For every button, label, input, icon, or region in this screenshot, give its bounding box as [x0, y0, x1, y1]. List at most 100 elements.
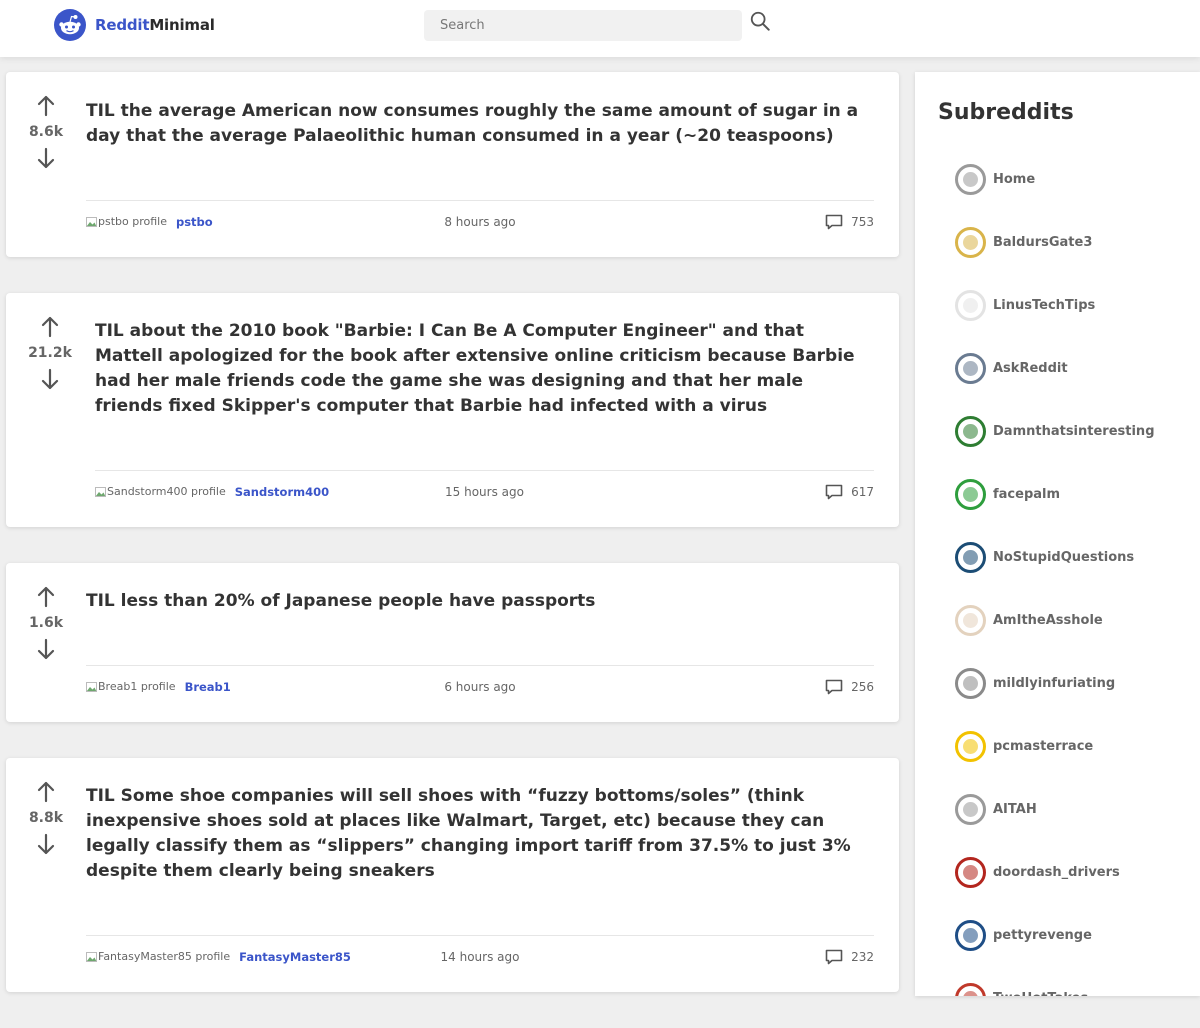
subreddit-name: TwoHotTakes — [993, 983, 1088, 996]
author-link[interactable]: Sandstorm400 — [235, 485, 329, 499]
arrow-down-icon — [37, 147, 55, 169]
search-icon — [750, 11, 770, 31]
upvote-button[interactable] — [34, 585, 58, 609]
downvote-button[interactable] — [34, 832, 58, 856]
comments-button[interactable]: 617 — [825, 484, 874, 500]
post-title[interactable]: TIL Some shoe companies will sell shoes … — [86, 784, 874, 884]
comment-count: 753 — [851, 214, 874, 229]
arrow-down-icon — [37, 638, 55, 660]
broken-image-icon — [86, 951, 97, 962]
subreddit-name: facepalm — [993, 487, 1061, 502]
subreddit-avatar-fill — [963, 676, 978, 691]
subreddit-item[interactable]: mildlyinfuriating — [955, 668, 1155, 731]
comments-button[interactable]: 256 — [825, 679, 874, 695]
linustechtips-icon — [955, 290, 986, 321]
subreddit-name: Damnthatsinteresting — [993, 424, 1155, 439]
broken-image-icon — [86, 216, 97, 227]
author-link[interactable]: pstbo — [176, 215, 213, 229]
author-link[interactable]: FantasyMaster85 — [239, 950, 351, 964]
home-logo-link[interactable]: RedditMinimal — [54, 9, 215, 41]
subreddit-avatar-fill — [963, 739, 978, 754]
search-button[interactable] — [748, 10, 772, 34]
subreddit-avatar-fill — [963, 235, 978, 250]
subreddit-item[interactable]: Home — [955, 164, 1155, 227]
facepalm-icon — [955, 479, 986, 510]
broken-image-icon — [86, 681, 97, 692]
damnthatsinteresting-icon — [955, 416, 986, 447]
post-feed: 8.6k TIL the average American now consum… — [6, 72, 899, 1028]
post-card: 1.6k TIL less than 20% of Japanese peopl… — [6, 563, 899, 722]
subreddit-item[interactable]: pettyrevenge — [955, 920, 1155, 983]
pcmasterrace-icon — [955, 731, 986, 762]
upvote-button[interactable] — [38, 315, 62, 339]
post-footer: FantasyMaster85 profile FantasyMaster85 … — [86, 935, 874, 977]
subreddit-item[interactable]: BaldursGate3 — [955, 227, 1155, 290]
subreddit-item[interactable]: doordash_drivers — [955, 857, 1155, 920]
post-title[interactable]: TIL about the 2010 book "Barbie: I Can B… — [95, 319, 874, 419]
vote-controls: 21.2k — [26, 315, 74, 391]
subreddit-name: BaldursGate3 — [993, 235, 1093, 250]
subreddit-avatar-fill — [963, 613, 978, 628]
comments-button[interactable]: 232 — [825, 949, 874, 965]
nostupidquestions-icon — [955, 542, 986, 573]
subreddit-item[interactable]: AITAH — [955, 794, 1155, 857]
subreddit-name: AITAH — [993, 802, 1037, 817]
comments-button[interactable]: 753 — [825, 214, 874, 230]
post-footer: Breab1 profile Breab1 6 hours ago 256 — [86, 665, 874, 707]
post-author: pstbo profile pstbo — [86, 215, 213, 229]
downvote-button[interactable] — [34, 146, 58, 170]
aitah-icon — [955, 794, 986, 825]
subreddit-avatar-fill — [963, 802, 978, 817]
post-title[interactable]: TIL the average American now consumes ro… — [86, 99, 874, 149]
author-avatar: pstbo profile — [86, 215, 167, 228]
subreddit-item[interactable]: Damnthatsinteresting — [955, 416, 1155, 479]
home-icon — [955, 164, 986, 195]
author-avatar-alt-text: Sandstorm400 profile — [107, 485, 226, 498]
upvote-button[interactable] — [34, 780, 58, 804]
comment-icon — [825, 949, 843, 964]
subreddit-item[interactable]: TwoHotTakes — [955, 983, 1155, 996]
vote-controls: 1.6k — [22, 585, 70, 661]
subreddit-name: doordash_drivers — [993, 865, 1120, 880]
mildlyinfuriating-icon — [955, 668, 986, 699]
post-body: TIL Some shoe companies will sell shoes … — [86, 784, 874, 884]
vote-controls: 8.8k — [22, 780, 70, 856]
comment-icon — [825, 214, 843, 229]
amitheasshole-icon — [955, 605, 986, 636]
subreddit-list: Home BaldursGate3 LinusTechTips AskReddit Da… — [955, 164, 1155, 996]
doordash-icon — [955, 857, 986, 888]
downvote-button[interactable] — [34, 637, 58, 661]
subreddit-item[interactable]: NoStupidQuestions — [955, 542, 1155, 605]
subreddit-name: LinusTechTips — [993, 298, 1096, 313]
subreddit-avatar-fill — [963, 865, 978, 880]
author-avatar-alt-text: pstbo profile — [98, 215, 167, 228]
comment-icon — [825, 484, 843, 499]
broken-image-icon — [95, 486, 106, 497]
subreddit-name: mildlyinfuriating — [993, 676, 1116, 691]
comment-count: 232 — [851, 949, 874, 964]
post-body: TIL about the 2010 book "Barbie: I Can B… — [95, 319, 874, 419]
arrow-up-icon — [37, 95, 55, 117]
search-input[interactable] — [424, 10, 742, 41]
post-title[interactable]: TIL less than 20% of Japanese people hav… — [86, 589, 874, 614]
post-author: Sandstorm400 profile Sandstorm400 — [95, 485, 329, 499]
sidebar-title: Subreddits — [938, 100, 1074, 125]
author-avatar: Breab1 profile — [86, 680, 176, 693]
subreddit-item[interactable]: facepalm — [955, 479, 1155, 542]
subreddit-avatar-fill — [963, 298, 978, 313]
top-bar: RedditMinimal — [0, 0, 1200, 57]
author-avatar-alt-text: Breab1 profile — [98, 680, 176, 693]
upvote-button[interactable] — [34, 94, 58, 118]
author-avatar: Sandstorm400 profile — [95, 485, 226, 498]
downvote-button[interactable] — [38, 367, 62, 391]
subreddit-item[interactable]: LinusTechTips — [955, 290, 1155, 353]
subreddit-item[interactable]: pcmasterrace — [955, 731, 1155, 794]
post-card: 8.6k TIL the average American now consum… — [6, 72, 899, 257]
subreddit-item[interactable]: AmItheAsshole — [955, 605, 1155, 668]
post-footer: Sandstorm400 profile Sandstorm400 15 hou… — [95, 470, 874, 512]
author-link[interactable]: Breab1 — [185, 680, 231, 694]
post-footer: pstbo profile pstbo 8 hours ago 753 — [86, 200, 874, 242]
subreddit-item[interactable]: AskReddit — [955, 353, 1155, 416]
arrow-up-icon — [41, 316, 59, 338]
vote-controls: 8.6k — [22, 94, 70, 170]
